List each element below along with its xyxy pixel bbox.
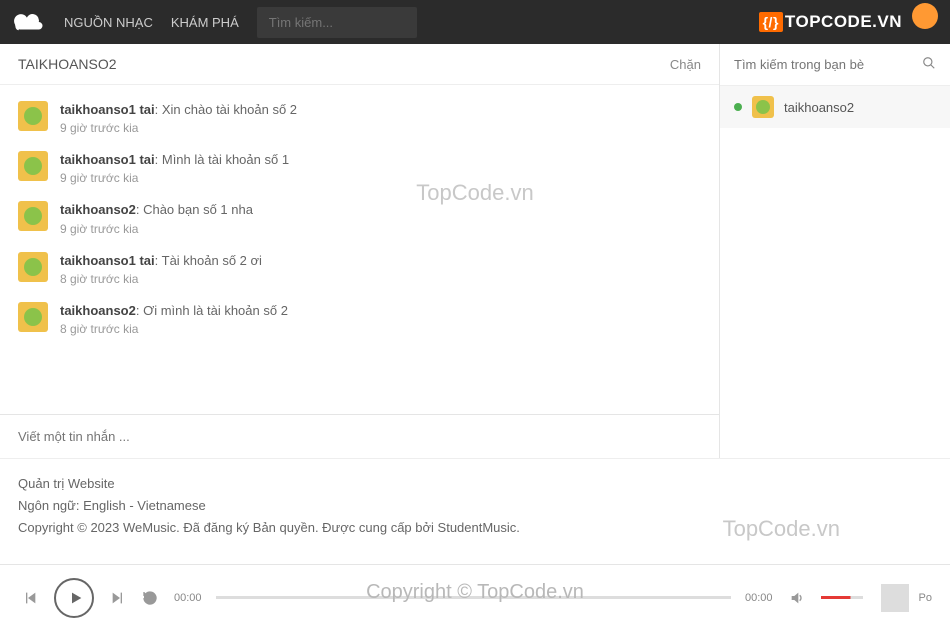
friend-name: taikhoanso2: [784, 100, 854, 115]
music-player: 00:00 00:00 Po: [0, 564, 950, 630]
friend-search: [720, 44, 950, 86]
player-right-text: Po: [919, 592, 936, 604]
repeat-button[interactable]: [140, 588, 160, 608]
progress-bar[interactable]: [216, 596, 731, 599]
user-avatar[interactable]: [912, 3, 938, 29]
cloud-logo-icon[interactable]: [12, 10, 48, 34]
next-button[interactable]: [108, 588, 128, 608]
volume-icon[interactable]: [787, 588, 807, 608]
message-text: : Chào bạn số 1 nha: [136, 202, 253, 217]
lang-english[interactable]: English: [83, 498, 126, 513]
friend-item[interactable]: taikhoanso2: [720, 86, 950, 128]
avatar[interactable]: [18, 101, 48, 131]
message-text: : Mình là tài khoản số 1: [155, 152, 289, 167]
message-item: taikhoanso1 tai: Mình là tài khoản số 1 …: [18, 143, 701, 193]
brand-logo: {/} TOPCODE.VN: [759, 12, 902, 32]
message-user[interactable]: taikhoanso1 tai: [60, 253, 155, 268]
time-total: 00:00: [745, 592, 773, 604]
message-user[interactable]: taikhoanso1 tai: [60, 102, 155, 117]
message-text: : Tài khoản số 2 ơi: [155, 253, 262, 268]
message-item: taikhoanso2: Ơi mình là tài khoản số 2 8…: [18, 294, 701, 344]
brand-text: TOPCODE.VN: [785, 12, 902, 32]
prev-button[interactable]: [20, 588, 40, 608]
chat-title: TAIKHOANSO2: [18, 56, 117, 72]
friend-search-input[interactable]: [734, 57, 922, 72]
message-list: taikhoanso1 tai: Xin chào tài khoản số 2…: [0, 85, 719, 414]
admin-link[interactable]: Quản trị Website: [18, 476, 115, 491]
avatar[interactable]: [18, 302, 48, 332]
volume-slider[interactable]: [821, 596, 863, 599]
top-bar: NGUỒN NHẠC KHÁM PHÁ {/} TOPCODE.VN: [0, 0, 950, 44]
message-item: taikhoanso1 tai: Xin chào tài khoản số 2…: [18, 93, 701, 143]
message-user[interactable]: taikhoanso1 tai: [60, 152, 155, 167]
chat-panel: TAIKHOANSO2 Chặn taikhoanso1 tai: Xin ch…: [0, 44, 720, 458]
avatar: [752, 96, 774, 118]
lang-vietnamese[interactable]: Vietnamese: [137, 498, 205, 513]
play-button[interactable]: [54, 578, 94, 618]
message-text: : Ơi mình là tài khoản số 2: [136, 303, 288, 318]
provider-link[interactable]: StudentMusic: [438, 520, 517, 535]
message-time: 9 giờ trước kia: [60, 121, 701, 135]
album-art[interactable]: [881, 584, 909, 612]
message-time: 8 giờ trước kia: [60, 322, 701, 336]
online-status-icon: [734, 103, 742, 111]
lang-label: Ngôn ngữ:: [18, 498, 79, 513]
nav-music-source[interactable]: NGUỒN NHẠC: [64, 15, 153, 30]
nav-explore[interactable]: KHÁM PHÁ: [171, 15, 239, 30]
brand-bracket-icon: {/}: [759, 12, 783, 32]
avatar[interactable]: [18, 201, 48, 231]
time-current: 00:00: [174, 592, 202, 604]
message-text: : Xin chào tài khoản số 2: [155, 102, 297, 117]
friends-panel: taikhoanso2: [720, 44, 950, 458]
search-input[interactable]: [257, 7, 417, 38]
avatar[interactable]: [18, 252, 48, 282]
message-time: 8 giờ trước kia: [60, 272, 701, 286]
message-time: 9 giờ trước kia: [60, 222, 701, 236]
message-time: 9 giờ trước kia: [60, 171, 701, 185]
copyright-text: Copyright © 2023 WeMusic. Đã đăng ký Bản…: [18, 520, 438, 535]
main-content: TAIKHOANSO2 Chặn taikhoanso1 tai: Xin ch…: [0, 44, 950, 458]
block-button[interactable]: Chặn: [670, 57, 701, 72]
message-item: taikhoanso2: Chào bạn số 1 nha 9 giờ trư…: [18, 193, 701, 243]
search-icon[interactable]: [922, 56, 936, 73]
avatar[interactable]: [18, 151, 48, 181]
message-user[interactable]: taikhoanso2: [60, 303, 136, 318]
chat-header: TAIKHOANSO2 Chặn: [0, 44, 719, 85]
footer: Quản trị Website Ngôn ngữ: English - Vie…: [0, 458, 950, 553]
message-user[interactable]: taikhoanso2: [60, 202, 136, 217]
compose-area: [0, 414, 719, 458]
compose-input[interactable]: [18, 429, 701, 444]
message-item: taikhoanso1 tai: Tài khoản số 2 ơi 8 giờ…: [18, 244, 701, 294]
